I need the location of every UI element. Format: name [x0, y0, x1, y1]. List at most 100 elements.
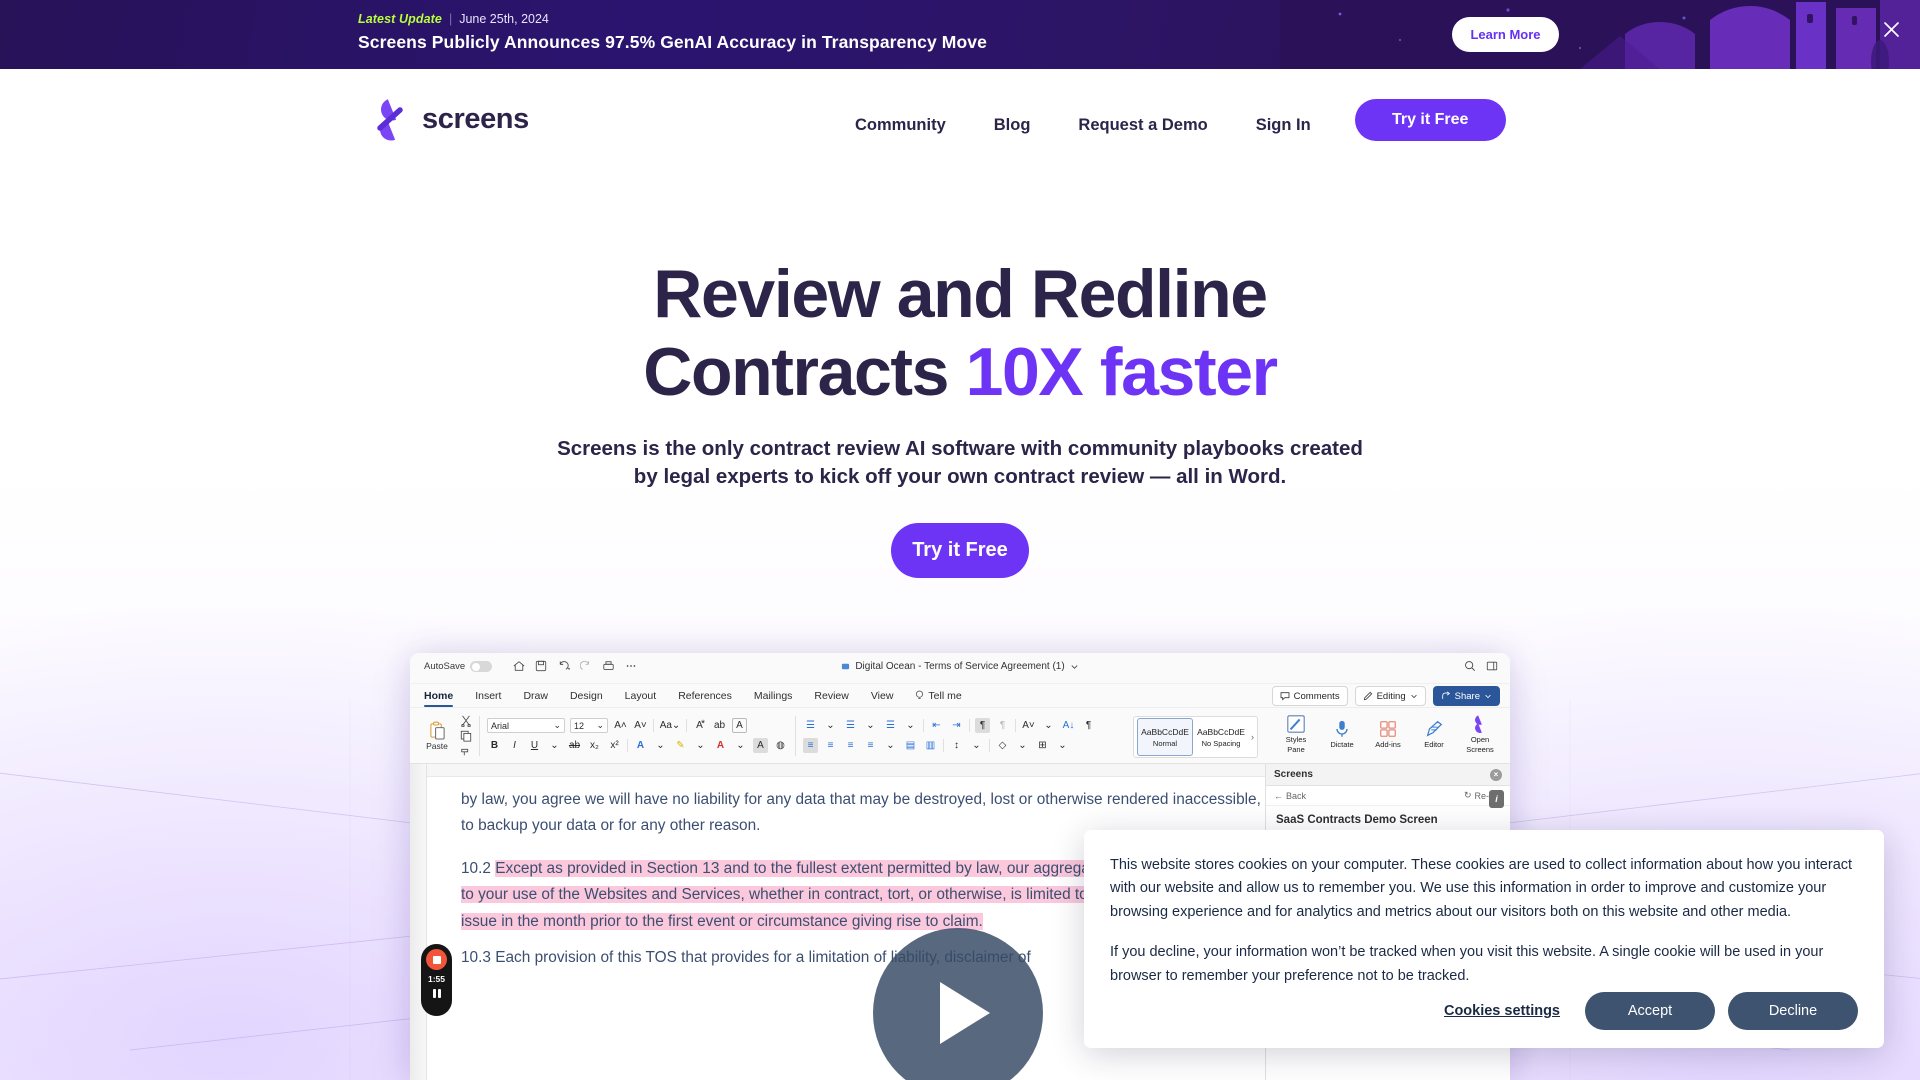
sidebar-icon[interactable]	[1486, 660, 1498, 672]
ribbon-tab-draw[interactable]: Draw	[523, 690, 548, 702]
paste-button[interactable]: Paste	[417, 721, 457, 751]
font-size-input[interactable]: 12 ⌄	[570, 718, 608, 733]
increase-indent-button[interactable]: ⇥	[949, 718, 964, 733]
sort-button[interactable]: A↓	[1061, 718, 1076, 733]
chevron-down-icon[interactable]: ⌄	[1055, 738, 1070, 753]
dictate-button[interactable]: Dictate	[1320, 714, 1364, 755]
cut-icon[interactable]	[460, 715, 472, 727]
back-button[interactable]: ← Back	[1274, 791, 1306, 801]
decrease-indent-button[interactable]: ⇤	[929, 718, 944, 733]
align-right-button[interactable]: ≡	[843, 738, 858, 753]
chevron-down-icon[interactable]: ⌄	[969, 738, 984, 753]
close-icon[interactable]	[1878, 16, 1904, 42]
styles-expand-icon[interactable]: ›	[1249, 732, 1254, 742]
justify-button[interactable]: ≡	[863, 738, 878, 753]
character-border-button[interactable]: A	[732, 718, 747, 733]
play-triangle	[940, 982, 990, 1044]
ribbon-tab-review[interactable]: Review	[814, 690, 848, 702]
brand-logo[interactable]: screens	[372, 97, 529, 142]
nav-item-sign-in[interactable]: Sign In	[1256, 116, 1311, 135]
chevron-down-icon[interactable]: ⌄	[903, 718, 918, 733]
copy-icon[interactable]	[460, 730, 472, 742]
ribbon-tab-view[interactable]: View	[871, 690, 894, 702]
ribbon-tab-mailings[interactable]: Mailings	[754, 690, 793, 702]
nav-item-blog[interactable]: Blog	[994, 116, 1031, 135]
align-center-button[interactable]: ≡	[823, 738, 838, 753]
nav-item-request-a-demo[interactable]: Request a Demo	[1078, 116, 1207, 135]
chevron-down-icon[interactable]: ⌄	[1015, 738, 1030, 753]
ribbon-tab-references[interactable]: References	[678, 690, 732, 702]
chevron-down-icon[interactable]: ⌄	[1041, 718, 1056, 733]
style-no-spacing[interactable]: AaBbCcDdE No Spacing	[1193, 718, 1249, 756]
learn-more-button[interactable]: Learn More	[1452, 17, 1559, 52]
shading-fill-button[interactable]: ◇	[995, 738, 1010, 753]
ribbon-tab-home[interactable]: Home	[424, 690, 454, 707]
open-screens-button[interactable]: Open Screens	[1458, 714, 1502, 755]
editing-button[interactable]: Editing	[1354, 686, 1426, 706]
ribbon-tab-layout[interactable]: Layout	[625, 690, 657, 702]
rtl-text-direction-button[interactable]: ¶	[995, 718, 1010, 733]
shrink-font-button[interactable]: A˅	[633, 718, 648, 733]
font-color-button[interactable]: A	[633, 738, 648, 753]
tell-me-control[interactable]: Tell me	[915, 690, 962, 702]
ltr-text-direction-button[interactable]: ¶	[975, 718, 990, 733]
style-normal[interactable]: AaBbCcDdE Normal	[1137, 718, 1193, 756]
chevron-down-icon[interactable]: ⌄	[693, 738, 708, 753]
distribute-button[interactable]: ▤	[903, 738, 918, 753]
comments-button[interactable]: Comments	[1271, 686, 1348, 706]
styles-pane-button[interactable]: Styles Pane	[1274, 714, 1318, 755]
ribbon-tab-design[interactable]: Design	[570, 690, 603, 702]
text-highlight-button[interactable]: A	[713, 738, 728, 753]
chevron-down-icon[interactable]: ⌄	[823, 718, 838, 733]
font-name-input[interactable]: Arial ⌄	[487, 718, 565, 733]
chevron-down-icon[interactable]: ⌄	[883, 738, 898, 753]
clear-formatting-button[interactable]: ab	[712, 718, 727, 733]
chevron-down-icon	[1410, 694, 1417, 699]
highlight-color-button[interactable]: ✎	[673, 738, 688, 753]
search-icon[interactable]	[1464, 660, 1476, 672]
editor-button[interactable]: Editor	[1412, 714, 1456, 755]
underline-button[interactable]: U	[527, 738, 542, 753]
chevron-down-icon[interactable]: ⌄	[653, 738, 668, 753]
italic-button[interactable]: I	[507, 738, 522, 753]
borders-button[interactable]: ⊞	[1035, 738, 1050, 753]
bold-button[interactable]: B	[487, 738, 502, 753]
line-spacing-button[interactable]: ↕	[949, 738, 964, 753]
bullet-list-button[interactable]: ☰	[803, 718, 818, 733]
subscript-button[interactable]: x₂	[587, 738, 602, 753]
clear-all-formatting-icon[interactable]: ◍	[773, 738, 788, 753]
multilevel-list-button[interactable]: ☰	[883, 718, 898, 733]
share-button[interactable]: Share	[1432, 686, 1500, 706]
ribbon-tab-insert[interactable]: Insert	[475, 690, 501, 702]
nav-try-it-free-button[interactable]: Try it Free	[1354, 99, 1506, 141]
text-effects-button[interactable]: A⃰	[692, 718, 707, 733]
nav-item-community[interactable]: Community	[855, 116, 946, 135]
pause-icon[interactable]	[432, 989, 441, 998]
strikethrough-button[interactable]: ab	[567, 738, 582, 753]
chevron-down-icon[interactable]	[1070, 662, 1079, 671]
chevron-down-icon[interactable]: ⌄	[733, 738, 748, 753]
add-ins-button[interactable]: Add-ins	[1366, 714, 1410, 755]
chevron-down-icon[interactable]: ⌄	[547, 738, 562, 753]
stop-record-icon[interactable]	[426, 949, 447, 970]
cookies-settings-link[interactable]: Cookies settings	[1444, 1003, 1560, 1019]
superscript-button[interactable]: x²	[607, 738, 622, 753]
close-icon[interactable]: ×	[1490, 768, 1502, 781]
change-case-button[interactable]: Aa⌄	[659, 718, 681, 733]
chevron-down-icon[interactable]: ⌄	[863, 718, 878, 733]
numbered-list-button[interactable]: ☰	[843, 718, 858, 733]
format-painter-icon[interactable]	[460, 745, 472, 757]
hero-subtitle-line2: legal experts to kick off your own contr…	[663, 464, 1287, 488]
info-icon[interactable]: i	[1489, 790, 1504, 808]
align-left-button[interactable]: ≡	[803, 738, 818, 753]
hero-try-it-free-button[interactable]: Try it Free	[891, 522, 1029, 578]
show-formatting-button[interactable]: ¶	[1081, 718, 1096, 733]
decline-cookies-button[interactable]: Decline	[1728, 992, 1858, 1030]
shading-button[interactable]: A	[753, 738, 768, 753]
screen-recorder-widget[interactable]: 1:55	[421, 944, 452, 1016]
font-name-value: Arial	[491, 720, 510, 731]
accept-cookies-button[interactable]: Accept	[1585, 992, 1715, 1030]
grow-font-button[interactable]: A˄	[613, 718, 628, 733]
columns-button[interactable]: ▥	[923, 738, 938, 753]
sort-ascending-button[interactable]: A˅	[1021, 718, 1036, 733]
